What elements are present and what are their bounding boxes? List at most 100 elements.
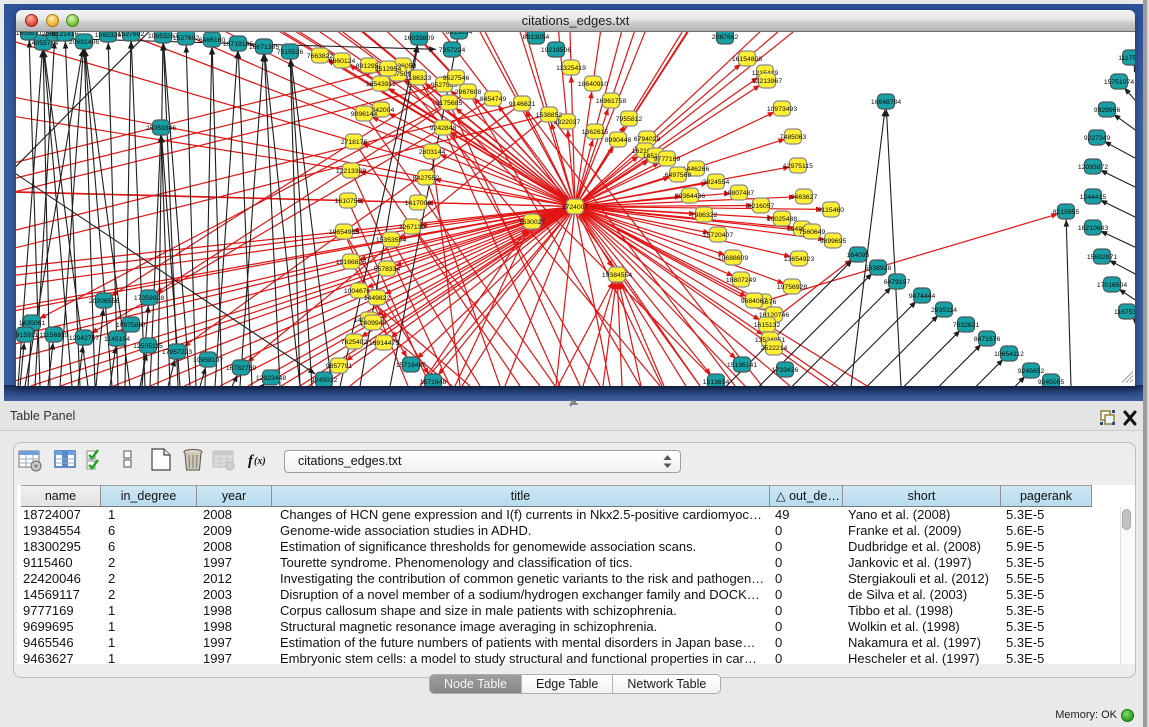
svg-text:18640910: 18640910 <box>578 80 608 87</box>
svg-text:19166825: 19166825 <box>336 258 366 265</box>
svg-text:5578334: 5578334 <box>374 265 401 272</box>
svg-text:6466160: 6466160 <box>199 36 226 43</box>
svg-text:1362615: 1362615 <box>582 128 609 135</box>
svg-text:19384554: 19384554 <box>602 271 632 278</box>
svg-text:9115460: 9115460 <box>818 206 844 213</box>
svg-text:9777169: 9777169 <box>654 155 681 162</box>
svg-text:2803144: 2803144 <box>419 148 446 155</box>
svg-text:6794028: 6794028 <box>634 135 661 142</box>
svg-text:1409948: 1409948 <box>360 319 387 326</box>
svg-text:3175685: 3175685 <box>436 99 463 106</box>
svg-text:15353594: 15353594 <box>376 236 406 243</box>
svg-text:1733426: 1733426 <box>772 366 799 373</box>
svg-text:7632621: 7632621 <box>953 321 980 328</box>
svg-text:15136141: 15136141 <box>727 361 757 368</box>
svg-text:8215955: 8215955 <box>1053 208 1080 215</box>
svg-text:17957223: 17957223 <box>162 348 192 355</box>
svg-text:16543912: 16543912 <box>366 80 396 87</box>
svg-text:1530027: 1530027 <box>519 218 546 225</box>
svg-text:17359928: 17359928 <box>134 294 164 301</box>
svg-text:1571648: 1571648 <box>420 378 447 385</box>
svg-text:9474444: 9474444 <box>909 292 936 299</box>
svg-text:7955812: 7955812 <box>616 115 643 122</box>
svg-text:9227349: 9227349 <box>1084 134 1111 141</box>
svg-text:1615132: 1615132 <box>754 321 781 328</box>
svg-text:11325419: 11325419 <box>556 64 586 71</box>
svg-text:6497568: 6497568 <box>665 171 692 178</box>
svg-text:16210643: 16210643 <box>1078 224 1108 231</box>
svg-text:6216057: 6216057 <box>748 202 775 209</box>
svg-text:7560649: 7560649 <box>799 228 826 235</box>
svg-text:9857791: 9857791 <box>326 362 353 369</box>
svg-text:19654955: 19654955 <box>329 228 359 235</box>
svg-text:1724007: 1724007 <box>562 203 589 210</box>
svg-text:2967608: 2967608 <box>455 88 482 95</box>
svg-text:9527546: 9527546 <box>443 74 470 81</box>
svg-text:25053346: 25053346 <box>146 124 176 131</box>
svg-text:8454749: 8454749 <box>480 95 507 102</box>
svg-text:19756928: 19756928 <box>777 283 807 290</box>
svg-text:9684067: 9684067 <box>741 297 768 304</box>
svg-text:3267130: 3267130 <box>399 223 426 230</box>
svg-text:13654923: 13654923 <box>784 255 814 262</box>
svg-text:20206556: 20206556 <box>89 297 119 304</box>
svg-text:7485063: 7485063 <box>780 133 807 140</box>
svg-text:9121416: 9121416 <box>52 32 79 38</box>
svg-text:7986322: 7986322 <box>691 211 718 218</box>
svg-text:9245652: 9245652 <box>1018 367 1045 374</box>
svg-text:12213967: 12213967 <box>752 77 782 84</box>
svg-text:1449822: 1449822 <box>364 294 391 301</box>
svg-text:1513614: 1513614 <box>703 378 730 385</box>
svg-text:3824554: 3824554 <box>703 178 730 185</box>
svg-text:9146821: 9146821 <box>509 100 536 107</box>
svg-text:9329966: 9329966 <box>1094 106 1121 113</box>
svg-text:8427552: 8427552 <box>413 174 440 181</box>
svg-text:10654112: 10654112 <box>994 350 1024 357</box>
svg-text:6479197: 6479197 <box>884 278 911 285</box>
svg-text:16782759: 16782759 <box>226 364 256 371</box>
svg-text:1435061: 1435061 <box>19 319 46 326</box>
svg-text:1610755: 1610755 <box>335 197 362 204</box>
svg-text:9899695: 9899695 <box>820 237 847 244</box>
svg-text:9512954: 9512954 <box>375 65 402 72</box>
svg-text:12213389: 12213389 <box>336 167 366 174</box>
svg-text:15716485: 15716485 <box>396 361 426 368</box>
svg-text:5938928: 5938928 <box>865 264 892 271</box>
svg-text:9245065: 9245065 <box>1038 378 1065 385</box>
svg-text:12923448: 12923448 <box>256 374 286 381</box>
svg-text:1527602: 1527602 <box>118 32 145 38</box>
svg-text:10973493: 10973493 <box>767 105 797 112</box>
svg-text:12942757: 12942757 <box>69 334 99 341</box>
svg-text:8471676: 8471676 <box>974 335 1001 342</box>
svg-text:7625402: 7625402 <box>341 338 368 345</box>
svg-text:15720407: 15720407 <box>703 231 733 238</box>
svg-text:8813054: 8813054 <box>523 33 550 40</box>
svg-text:1538852: 1538852 <box>536 111 563 118</box>
svg-text:9463627: 9463627 <box>791 193 818 200</box>
svg-text:8990448: 8990448 <box>605 136 632 143</box>
svg-text:(x): (x) <box>254 456 266 467</box>
svg-text:16914479: 16914479 <box>369 339 399 346</box>
svg-text:3915911: 3915911 <box>16 331 38 338</box>
svg-text:20364436: 20364436 <box>675 192 705 199</box>
svg-text:8660124: 8660124 <box>329 57 356 64</box>
svg-text:2718176: 2718176 <box>341 138 368 145</box>
svg-text:15751074: 15751074 <box>1104 78 1134 85</box>
svg-text:17016504: 17016504 <box>1097 281 1127 288</box>
svg-text:9245012: 9245012 <box>311 376 338 383</box>
svg-text:16154808: 16154808 <box>732 55 762 62</box>
svg-text:10975887: 10975887 <box>116 321 146 328</box>
svg-text:10688609: 10688609 <box>718 254 748 261</box>
svg-text:20691406: 20691406 <box>69 38 99 45</box>
svg-text:10958107: 10958107 <box>193 356 223 363</box>
svg-text:2522214: 2522214 <box>761 344 788 351</box>
svg-text:16033809: 16033809 <box>404 34 434 41</box>
svg-text:1145194: 1145194 <box>104 335 130 342</box>
svg-text:2087682: 2087682 <box>712 33 739 40</box>
svg-text:12093872: 12093872 <box>1078 163 1108 170</box>
svg-text:10807487: 10807487 <box>724 189 754 196</box>
svg-text:11156819: 11156819 <box>39 331 68 338</box>
svg-text:1117534: 1117534 <box>1118 54 1135 61</box>
svg-text:2935114: 2935114 <box>931 306 957 313</box>
svg-text:8322037: 8322037 <box>554 118 581 125</box>
